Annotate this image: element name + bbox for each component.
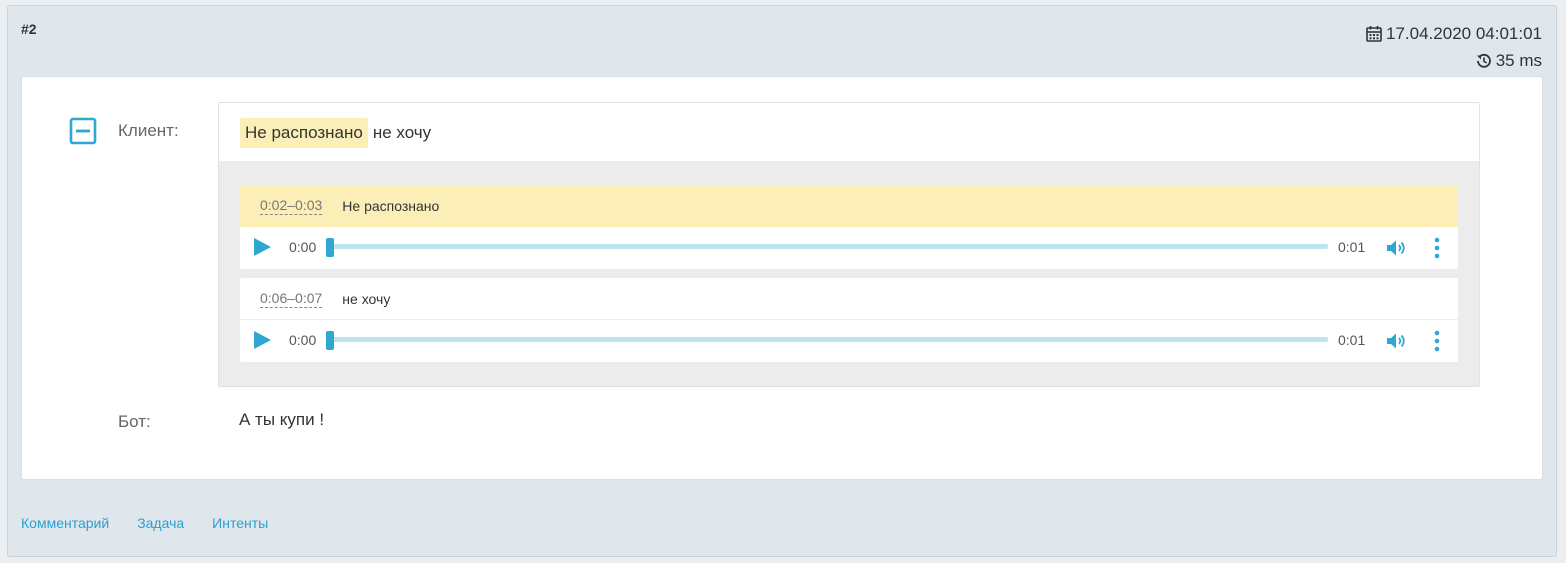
client-message: Не распознано не хочу 0:02–0:03 Не распо… [218,102,1480,387]
volume-icon[interactable] [1386,238,1410,258]
duration-row: 35 ms [1366,47,1542,74]
progress-thumb[interactable] [326,331,334,350]
current-time: 0:00 [289,239,317,255]
bot-label: Бот: [118,412,151,431]
history-icon [1476,53,1492,69]
date-row: 17.04.2020 04:01:01 [1366,20,1542,47]
client-recognized-text: не хочу [372,122,432,142]
audio-segments: 0:02–0:03 Не распознано 0:00 0:01 0:06–0… [219,161,1479,386]
intents-link[interactable]: Интенты [212,515,268,531]
dialog-record-card: #2 17.04.2020 04:01:01 35 ms Клиент: Не … [7,5,1557,557]
record-datetime: 17.04.2020 04:01:01 [1386,24,1542,43]
total-duration: 0:01 [1338,239,1366,255]
segment-time-range[interactable]: 0:02–0:03 [260,197,323,215]
audio-segment: 0:02–0:03 Не распознано 0:00 0:01 [240,185,1458,269]
task-link[interactable]: Задача [137,515,184,531]
record-meta: 17.04.2020 04:01:01 35 ms [1366,20,1542,74]
audio-player: 0:00 0:01 [240,227,1458,269]
audio-player: 0:00 0:01 [240,320,1458,362]
segment-text: не хочу [342,290,391,307]
bot-message: А ты купи ! [239,410,325,429]
client-text: Не распознано не хочу [240,117,431,148]
unrecognized-highlight: Не распознано [240,117,368,148]
dialog-content: Клиент: Не распознано не хочу 0:02–0:03 … [21,76,1543,480]
record-id: #2 [21,21,37,37]
minus-square-icon[interactable] [69,117,97,145]
more-vertical-icon[interactable] [1432,329,1442,353]
progress-track[interactable] [327,244,1328,249]
client-label: Клиент: [118,121,179,140]
more-vertical-icon[interactable] [1432,236,1442,260]
segment-time-range[interactable]: 0:06–0:07 [260,290,323,308]
play-icon[interactable] [252,330,272,350]
segment-header: 0:06–0:07 не хочу [240,278,1458,320]
current-time: 0:00 [289,332,317,348]
record-duration: 35 ms [1495,51,1542,70]
progress-track[interactable] [327,337,1328,342]
comment-link[interactable]: Комментарий [21,515,109,531]
segment-text: Не распознано [342,198,440,214]
audio-segment: 0:06–0:07 не хочу 0:00 0:01 [240,278,1458,362]
total-duration: 0:01 [1338,332,1366,348]
volume-icon[interactable] [1386,331,1410,351]
play-icon[interactable] [252,237,272,257]
segment-header: 0:02–0:03 Не распознано [240,185,1458,227]
progress-thumb[interactable] [326,238,334,257]
record-actions: Комментарий Задача Интенты [21,515,268,531]
calendar-icon [1366,25,1382,42]
